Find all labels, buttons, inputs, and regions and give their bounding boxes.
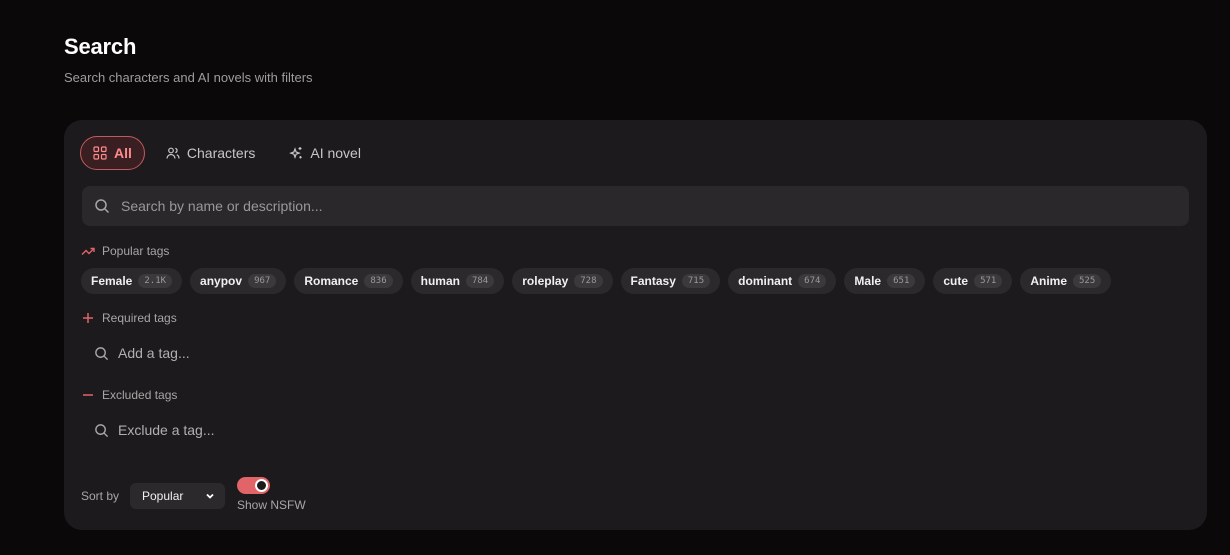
- sort-label: Sort by: [81, 489, 120, 503]
- excluded-tag-input[interactable]: [118, 422, 368, 438]
- required-tags-header: Required tags: [81, 311, 177, 325]
- grid-icon: [93, 146, 107, 160]
- excluded-tags-label: Excluded tags: [102, 388, 178, 402]
- tag-name: cute: [943, 274, 969, 288]
- tag-name: anypov: [200, 274, 243, 288]
- search-bar[interactable]: [82, 186, 1189, 226]
- search-icon: [95, 346, 109, 360]
- tag-chip[interactable]: Fantasy 715: [620, 268, 721, 294]
- sparkles-icon: [289, 147, 303, 159]
- tab-ai-novel[interactable]: AI novel: [276, 136, 374, 170]
- tag-count: 651: [887, 274, 916, 288]
- tag-name: Fantasy: [630, 274, 676, 288]
- tag-count: 571: [974, 274, 1003, 288]
- tag-name: roleplay: [522, 274, 569, 288]
- tag-chip[interactable]: Romance 836: [294, 268, 403, 294]
- tag-chip[interactable]: Male 651: [844, 268, 926, 294]
- tab-characters-label: Characters: [186, 145, 256, 161]
- required-tag-field[interactable]: [82, 335, 382, 371]
- minus-icon: [83, 394, 93, 396]
- users-icon: [166, 147, 180, 159]
- tag-count: 715: [681, 274, 711, 288]
- required-tags-label: Required tags: [102, 311, 177, 325]
- tag-name: dominant: [738, 274, 793, 288]
- tag-count: 674: [798, 274, 827, 288]
- tag-name: Female: [91, 274, 133, 288]
- tag-chip[interactable]: roleplay 728: [512, 268, 613, 294]
- nsfw-toggle[interactable]: [237, 477, 270, 494]
- tag-chip[interactable]: human 784: [410, 268, 505, 294]
- search-icon: [95, 423, 109, 437]
- search-filter-panel: All Characters AI novel Search by name o…: [64, 120, 1207, 530]
- toggle-knob: [255, 479, 268, 492]
- sort-selected-value: Popular: [142, 489, 184, 503]
- sort-select[interactable]: Popular: [130, 483, 225, 509]
- tag-chip[interactable]: cute 571: [933, 268, 1013, 294]
- tag-count: 836: [364, 274, 393, 288]
- type-tabs: All Characters AI novel: [80, 136, 382, 170]
- popular-tags-list: Female 2.1K anypov 967 Romance 836 human 784…: [81, 268, 1119, 294]
- search-icon: [95, 199, 110, 214]
- tab-all[interactable]: All: [80, 136, 145, 170]
- tag-count: 784: [465, 274, 495, 288]
- tag-count: 2.1K: [138, 274, 173, 288]
- tag-name: Anime: [1030, 274, 1068, 288]
- page-subtitle: Search characters and AI novels with fil…: [64, 70, 313, 85]
- page-title: Search: [64, 34, 137, 59]
- tag-count: 525: [1073, 274, 1102, 288]
- search-input[interactable]: [121, 198, 1121, 214]
- required-tag-input[interactable]: [118, 345, 368, 361]
- tag-chip[interactable]: Female 2.1K: [81, 268, 183, 294]
- excluded-tag-field[interactable]: [82, 412, 382, 448]
- tag-count: 967: [248, 274, 277, 288]
- tab-characters[interactable]: Characters: [153, 136, 268, 170]
- tag-count: 728: [574, 274, 603, 288]
- tab-all-label: All: [114, 145, 132, 161]
- tag-chip[interactable]: dominant 674: [728, 268, 837, 294]
- tag-name: Romance: [304, 274, 359, 288]
- excluded-tags-header: Excluded tags: [81, 388, 177, 402]
- popular-tags-label: Popular tags: [102, 244, 170, 258]
- tag-name: Male: [854, 274, 882, 288]
- tab-ai-novel-label: AI novel: [310, 145, 361, 161]
- tag-name: human: [420, 274, 460, 288]
- nsfw-toggle-label: Show NSFW: [237, 498, 306, 512]
- tag-chip[interactable]: anypov 967: [190, 268, 287, 294]
- chevron-down-icon: [206, 493, 214, 499]
- trending-up-icon: [81, 247, 95, 255]
- plus-icon: [83, 313, 93, 323]
- tag-chip[interactable]: Anime 525: [1020, 268, 1112, 294]
- popular-tags-header: Popular tags: [81, 244, 169, 258]
